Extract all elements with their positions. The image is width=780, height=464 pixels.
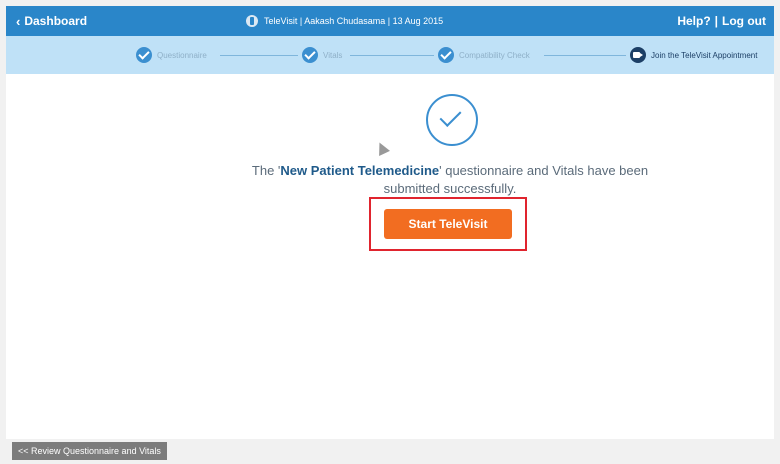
review-questionnaire-button[interactable]: << Review Questionnaire and Vitals [12,442,167,460]
progress-steps-bar: Questionnaire Vitals Compatibility Check… [6,36,774,74]
dashboard-back-link[interactable]: ‹ Dashboard [16,6,87,36]
header-links: Help? | Log out [677,6,766,36]
step-join-appointment: Join the TeleVisit Appointment [630,47,757,63]
check-circle-icon [438,47,454,63]
start-televisit-button[interactable]: Start TeleVisit [384,209,512,239]
step-label: Compatibility Check [459,50,530,60]
main-content [6,74,774,439]
step-connector [350,55,434,56]
televisit-logo-icon [246,15,258,27]
step-connector [220,55,298,56]
questionnaire-name: New Patient Telemedicine [280,163,440,178]
step-connector [544,55,626,56]
video-camera-icon [630,47,646,63]
chevron-left-icon: ‹ [16,13,21,29]
step-compatibility-check: Compatibility Check [438,47,530,63]
top-navigation-bar: ‹ Dashboard TeleVisit | Aakash Chudasama… [6,6,774,36]
header-separator: | [714,14,719,28]
step-label: Questionnaire [157,50,207,60]
visit-title-text: TeleVisit | Aakash Chudasama | 13 Aug 20… [264,16,444,26]
help-link[interactable]: Help? [677,14,710,28]
check-circle-icon [302,47,318,63]
step-questionnaire: Questionnaire [136,47,207,63]
visit-title: TeleVisit | Aakash Chudasama | 13 Aug 20… [246,6,443,36]
success-message: The 'New Patient Telemedicine' questionn… [251,163,649,196]
step-vitals: Vitals [302,47,342,63]
check-circle-icon [136,47,152,63]
step-label: Vitals [323,50,343,60]
step-label: Join the TeleVisit Appointment [651,50,758,60]
success-check-icon [426,94,478,146]
dashboard-label: Dashboard [24,14,88,28]
logout-link[interactable]: Log out [722,14,766,28]
